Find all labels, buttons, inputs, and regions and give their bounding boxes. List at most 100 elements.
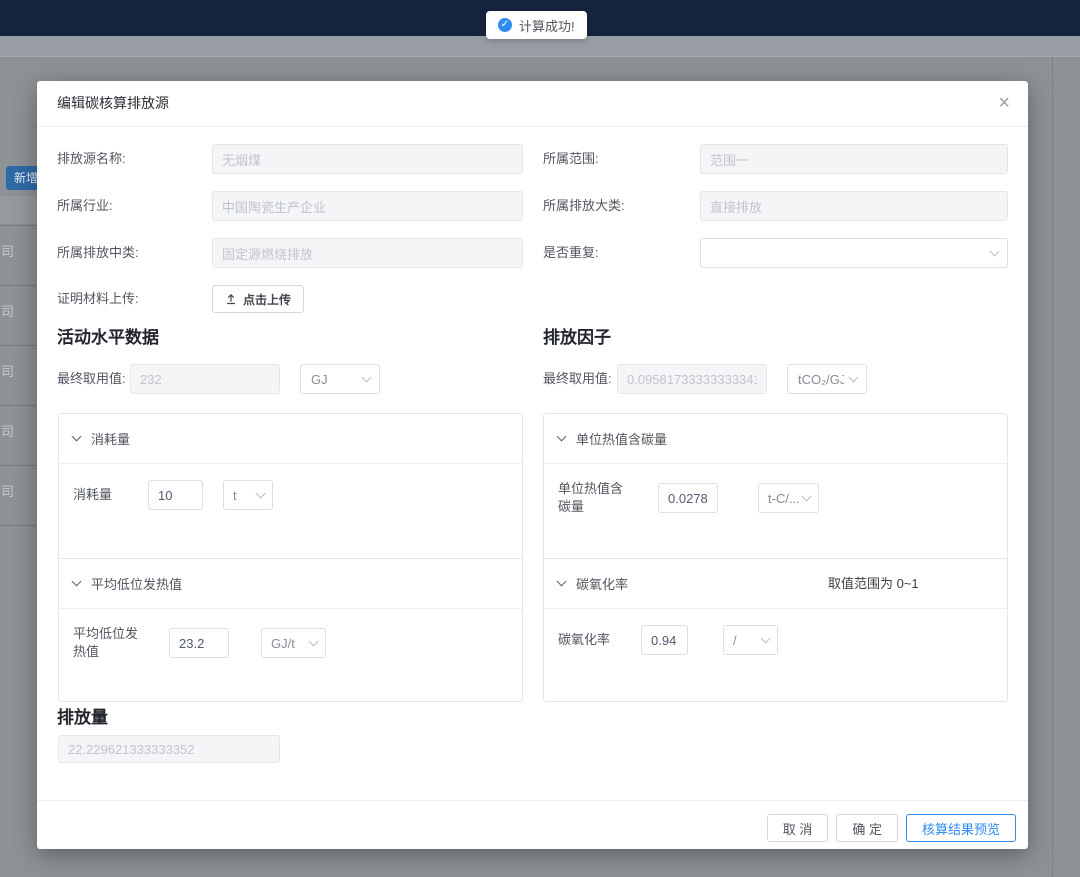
upload-button-label: 点击上传	[243, 291, 291, 308]
table-row: 司	[1, 361, 19, 380]
oxidation-rate-input[interactable]	[641, 625, 688, 655]
heating-value-input[interactable]	[169, 628, 229, 658]
consumption-input[interactable]	[148, 480, 203, 510]
carbon-content-input[interactable]	[658, 483, 718, 513]
emission-section-title: 排放量	[57, 703, 108, 728]
table-row: 司	[1, 481, 19, 500]
chevron-down-icon	[761, 633, 771, 643]
carbon-content-panel-body: 单位热值含碳量 t-C/...	[544, 464, 1007, 558]
background-subheader-band	[0, 36, 1080, 56]
table-row-divider	[0, 525, 37, 526]
upload-label: 证明材料上传:	[57, 284, 139, 314]
upload-button[interactable]: 点击上传	[212, 285, 304, 313]
carbon-content-unit-select[interactable]: t-C/...	[758, 483, 819, 513]
heating-value-panel-body: 平均低位发热值 GJ/t	[59, 609, 522, 701]
chevron-down-icon	[557, 432, 567, 442]
add-button[interactable]: 新增	[6, 166, 38, 190]
table-row-divider	[0, 465, 37, 466]
carbon-content-panel: 单位热值含碳量 单位热值含碳量 t-C/...	[544, 414, 1007, 558]
activity-final-unit-select[interactable]: GJ	[300, 364, 380, 394]
consumption-panel: 消耗量 消耗量 t	[59, 414, 522, 558]
chevron-down-icon	[72, 432, 82, 442]
background-divider	[0, 56, 1080, 57]
consumption-unit: t	[233, 488, 237, 503]
edit-emission-source-dialog: 编辑碳核算排放源 × 排放源名称: 所属范围: 所属行业: 所属排放大类: 所属…	[37, 81, 1028, 849]
table-row-divider	[0, 225, 37, 226]
oxidation-rate-unit-select[interactable]: /	[723, 625, 778, 655]
activity-final-unit: GJ	[311, 372, 328, 387]
major-category-input[interactable]	[700, 191, 1008, 221]
chevron-down-icon	[557, 577, 567, 587]
mid-category-label: 所属排放中类:	[57, 238, 139, 268]
source-name-input[interactable]	[212, 144, 523, 174]
panel-title: 单位热值含碳量	[576, 429, 667, 448]
activity-final-label: 最终取用值:	[57, 364, 126, 394]
industry-label: 所属行业:	[57, 191, 113, 221]
consumption-unit-select[interactable]: t	[223, 480, 273, 510]
dialog-footer: 取 消 确 定 核算结果预览	[37, 800, 1028, 849]
table-row-divider	[0, 285, 37, 286]
industry-input[interactable]	[212, 191, 523, 221]
factor-final-input[interactable]	[617, 364, 767, 394]
consumption-label: 消耗量	[73, 486, 148, 504]
chevron-down-icon	[990, 246, 1000, 256]
factor-final-label: 最终取用值:	[543, 364, 612, 394]
factor-section-title: 排放因子	[543, 323, 611, 348]
scope-label: 所属范围:	[543, 144, 599, 174]
activity-final-input[interactable]	[130, 364, 280, 394]
cancel-button[interactable]: 取 消	[767, 814, 829, 842]
panel-title: 碳氧化率	[576, 574, 628, 593]
carbon-content-panel-header[interactable]: 单位热值含碳量	[544, 414, 1007, 464]
table-row-divider	[0, 345, 37, 346]
dialog-header-divider	[37, 126, 1028, 127]
background-table-header	[0, 196, 37, 224]
consumption-panel-header[interactable]: 消耗量	[59, 414, 522, 464]
table-row: 司	[1, 301, 19, 320]
factor-final-unit-select[interactable]: tCO₂/GJ	[787, 364, 867, 394]
heating-value-unit-select[interactable]: GJ/t	[261, 628, 326, 658]
oxidation-rate-unit: /	[733, 633, 737, 648]
chevron-down-icon	[309, 636, 319, 646]
carbon-content-unit: t-C/...	[768, 491, 800, 506]
oxidation-rate-panel: 碳氧化率 取值范围为 0~1 碳氧化率 /	[544, 558, 1007, 701]
oxidation-rate-label: 碳氧化率	[558, 631, 628, 649]
carbon-content-label: 单位热值含碳量	[558, 480, 628, 516]
factor-final-unit: tCO₂/GJ	[798, 372, 844, 387]
is-duplicate-label: 是否重复:	[543, 238, 599, 268]
heating-value-panel: 平均低位发热值 平均低位发热值 GJ/t	[59, 558, 522, 701]
table-row: 司	[1, 241, 19, 260]
consumption-panel-body: 消耗量 t	[59, 464, 522, 558]
major-category-label: 所属排放大类:	[543, 191, 625, 221]
scope-input[interactable]	[700, 144, 1008, 174]
close-icon[interactable]: ×	[998, 91, 1010, 115]
panel-title: 消耗量	[91, 429, 130, 448]
emission-result-input[interactable]	[58, 735, 280, 763]
table-row-divider	[0, 405, 37, 406]
chevron-down-icon	[802, 491, 812, 501]
chevron-down-icon	[362, 372, 372, 382]
is-duplicate-select[interactable]	[700, 238, 1008, 268]
value-range-note: 取值范围为 0~1	[828, 559, 919, 609]
mid-category-input[interactable]	[212, 238, 523, 268]
oxidation-rate-panel-header[interactable]: 碳氧化率 取值范围为 0~1	[544, 559, 1007, 609]
chevron-down-icon	[849, 372, 859, 382]
chevron-down-icon	[256, 488, 266, 498]
factor-collapse: 单位热值含碳量 单位热值含碳量 t-C/... 碳氧化率 取值范围为 0~1	[543, 413, 1008, 702]
source-name-label: 排放源名称:	[57, 144, 126, 174]
toast-message: 计算成功!	[519, 16, 575, 35]
activity-collapse: 消耗量 消耗量 t 平均低位发热值 平均低位发热值	[58, 413, 523, 702]
dialog-title: 编辑碳核算排放源	[57, 81, 169, 126]
oxidation-rate-panel-body: 碳氧化率 /	[544, 609, 1007, 701]
activity-section-title: 活动水平数据	[57, 323, 159, 348]
heating-value-label: 平均低位发热值	[73, 625, 143, 661]
background-card-edge	[1052, 56, 1053, 877]
table-row: 司	[1, 421, 19, 440]
check-circle-icon: ✓	[498, 18, 512, 32]
upload-icon	[225, 293, 237, 305]
heating-value-panel-header[interactable]: 平均低位发热值	[59, 559, 522, 609]
panel-title: 平均低位发热值	[91, 574, 182, 593]
ok-button[interactable]: 确 定	[836, 814, 898, 842]
heating-value-unit: GJ/t	[271, 636, 295, 651]
preview-result-button[interactable]: 核算结果预览	[906, 814, 1016, 842]
success-toast: ✓ 计算成功!	[486, 11, 587, 39]
